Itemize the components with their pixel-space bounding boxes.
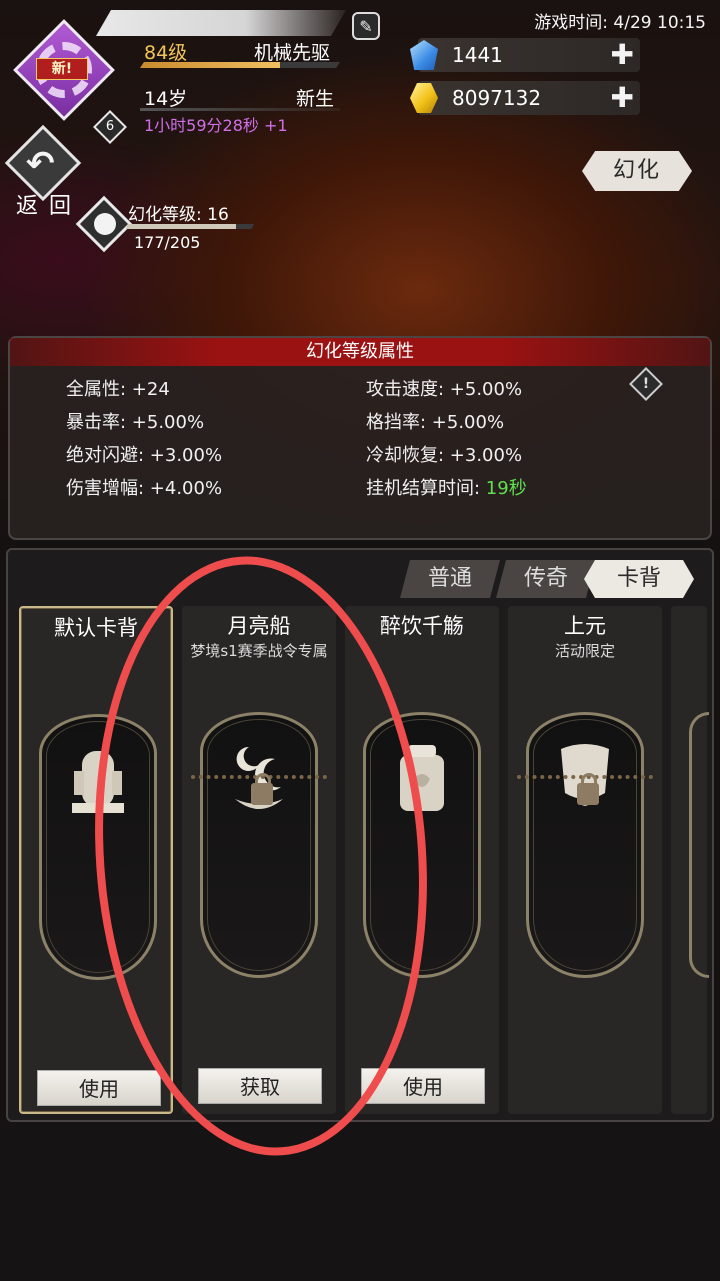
avatar[interactable]: 新! 6	[13, 19, 127, 144]
gem-value: 1441	[452, 43, 503, 67]
info-icon-glyph: !	[642, 376, 650, 392]
transform-progress-fill	[126, 224, 237, 229]
add-gold-button[interactable]: ✚	[611, 83, 634, 113]
stat-all-attributes: 全属性: +24	[66, 379, 170, 400]
stat-damage-boost: 伤害增幅: +4.00%	[66, 478, 223, 499]
card-slot	[517, 712, 653, 978]
player-stage: 新生	[296, 88, 335, 110]
add-gems-button[interactable]: ✚	[611, 40, 634, 70]
player-name-strip	[96, 10, 346, 36]
game-time: 游戏时间: 4/29 10:15	[534, 13, 706, 33]
level-progress-bar	[140, 62, 340, 68]
use-button[interactable]: 使用	[37, 1070, 161, 1106]
tab-legendary[interactable]: 传奇	[496, 560, 596, 598]
card-lantern[interactable]: 上元 活动限定	[508, 606, 662, 1114]
stat-cooldown: 冷却恢复: +3.00%	[366, 445, 523, 466]
edit-icon[interactable]: ✎	[352, 12, 380, 40]
stat-idle-label: 挂机结算时间:	[366, 478, 486, 499]
player-title: 机械先驱	[254, 42, 331, 64]
background-bottom	[0, 1120, 720, 1281]
transform-level: 幻化等级: 16	[128, 205, 229, 225]
card-partial[interactable]	[671, 606, 709, 1114]
transform-progress-bar	[126, 224, 254, 229]
mask-icon	[94, 213, 116, 235]
stat-crit-rate: 暴击率: +5.00%	[66, 412, 205, 433]
stats-panel: 幻化等级属性	[8, 336, 712, 540]
divider	[140, 108, 340, 111]
avatar-level-text: 6	[105, 119, 115, 134]
stat-block-rate: 格挡率: +5.00%	[366, 412, 505, 433]
new-badge: 新!	[36, 58, 88, 80]
stat-idle-time: 挂机结算时间: 19秒	[366, 474, 527, 500]
card-title: 醉饮千觞	[380, 614, 464, 638]
lock-icon	[577, 773, 599, 805]
stat-attack-speed: 攻击速度: +5.00%	[366, 379, 523, 400]
card-title: 上元	[564, 614, 606, 638]
stat-dodge: 绝对闪避: +3.00%	[66, 445, 223, 466]
gold-counter: 8097132 ✚	[410, 81, 640, 115]
card-subtitle: 活动限定	[554, 642, 615, 660]
back-label: 返 回	[16, 194, 73, 219]
gold-value: 8097132	[452, 86, 542, 110]
stats-panel-title: 幻化等级属性	[10, 338, 710, 366]
player-age: 14岁	[144, 88, 188, 110]
tab-card-back[interactable]: 卡背	[584, 560, 694, 598]
transform-progress-text: 177/205	[134, 233, 201, 252]
return-arrow-icon: ↶	[26, 144, 55, 184]
stat-idle-value: 19秒	[485, 478, 527, 499]
transform-button[interactable]: 幻化	[582, 151, 692, 191]
card-tabs: 普通 传奇 卡背	[400, 560, 694, 598]
player-level: 84级	[144, 42, 188, 64]
level-progress-fill	[140, 62, 280, 68]
card-slot	[689, 712, 709, 978]
tab-normal[interactable]: 普通	[400, 560, 500, 598]
energy-timer: 1小时59分28秒 +1	[144, 116, 288, 135]
gem-counter: 1441 ✚	[410, 38, 640, 72]
back-button[interactable]: ↶ 返 回	[4, 124, 82, 219]
